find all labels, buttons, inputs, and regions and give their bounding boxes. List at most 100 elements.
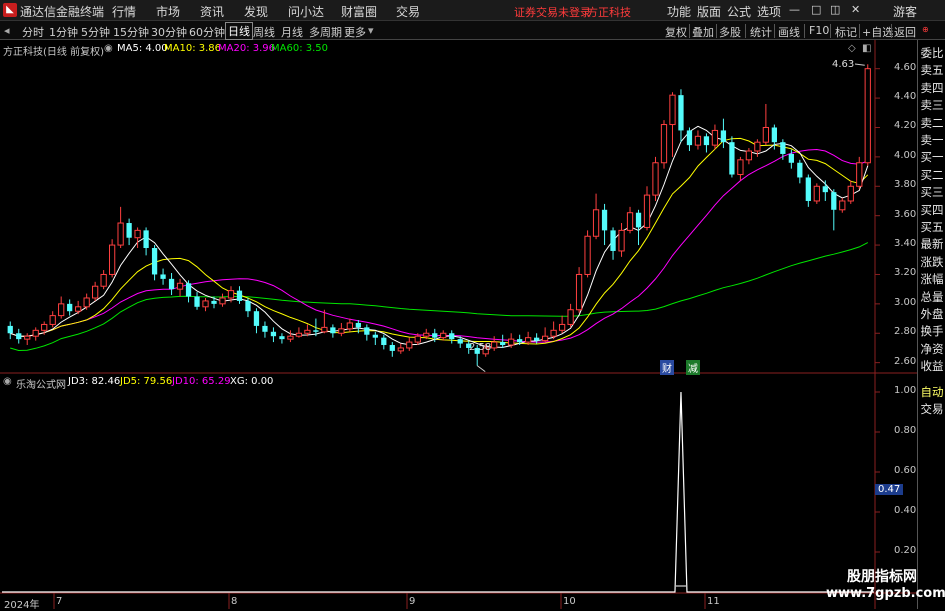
candle-body [321, 326, 328, 333]
period-60min[interactable]: 60分钟 [189, 24, 225, 40]
side-panel-item[interactable]: 买四 [919, 202, 945, 219]
menu-faxian[interactable]: 发现 [244, 3, 268, 20]
menu-banmian[interactable]: 版面 [697, 3, 721, 20]
candle-body [788, 153, 794, 163]
candle-body [381, 337, 387, 346]
candle [762, 103, 770, 146]
menu-jiaoyi[interactable]: 交易 [396, 3, 420, 20]
sub-cursor-value: 0.47 [875, 484, 904, 495]
candle-body [839, 200, 846, 211]
candle [262, 321, 268, 338]
side-panel-item[interactable]: 涨跌 [919, 254, 945, 271]
side-panel-item[interactable]: 买五 [919, 219, 945, 236]
side-panel-item[interactable]: 收益 [919, 358, 945, 375]
chevron-down-icon[interactable]: ▾ [368, 24, 374, 37]
tool-fuquan[interactable]: 复权 [665, 24, 687, 40]
side-panel-item[interactable]: 卖一 [919, 132, 945, 149]
candle-body [780, 142, 786, 154]
period-30min[interactable]: 30分钟 [151, 24, 187, 40]
side-panel-item[interactable]: 换手 [919, 323, 945, 340]
tool-back[interactable]: 返回 [894, 24, 916, 40]
side-panel-item[interactable]: 卖二 [919, 115, 945, 132]
sub-legend-jd3: JD3: 82.46 [68, 376, 121, 387]
app-logo-icon: ◣ [3, 3, 17, 17]
side-panel-item[interactable]: 净资 [919, 341, 945, 358]
app-name: 通达信金融终端 [20, 5, 105, 19]
scroll-left-icon[interactable]: ◂ [4, 24, 10, 37]
auto-trade-tab[interactable]: 自动 [919, 384, 945, 401]
side-panel-item[interactable]: 委比 [919, 45, 945, 62]
sub-toggle-icon[interactable]: ◉ [3, 376, 12, 387]
side-panel-item[interactable]: 外盘 [919, 306, 945, 323]
trade-tab[interactable]: 交易 [919, 401, 945, 418]
caibao-marker[interactable]: 财 [660, 360, 674, 375]
login-warning[interactable]: 证券交易未登录 [514, 4, 591, 20]
tool-diejia[interactable]: 叠加 [692, 24, 714, 40]
candle-body [295, 332, 303, 337]
candle-body [346, 322, 353, 330]
panel-toggle-icon[interactable]: ◧ [862, 43, 871, 54]
minimize-icon[interactable]: — [789, 3, 800, 16]
side-panel-item[interactable]: 卖四 [919, 80, 945, 97]
side-panel-item[interactable]: 买二 [919, 167, 945, 184]
menu-xuanxiang[interactable]: 选项 [757, 3, 781, 20]
side-panel-item[interactable]: 买三 [919, 184, 945, 201]
jianchi-marker[interactable]: 减 [686, 360, 700, 375]
kline-chart[interactable] [0, 40, 917, 609]
period-multi[interactable]: 多周期 [309, 24, 342, 40]
divider [745, 24, 746, 38]
date-month-10: 10 [563, 596, 576, 607]
legend-toggle-icon[interactable]: ◉ [104, 43, 113, 54]
date-month-11: 11 [707, 596, 720, 607]
menu-caifuquan[interactable]: 财富圈 [341, 3, 377, 20]
candle [7, 321, 13, 340]
candle [330, 324, 336, 338]
side-panel-item[interactable]: 买一 [919, 149, 945, 166]
menu-zixun[interactable]: 资讯 [200, 3, 224, 20]
tool-tongji[interactable]: 统计 [750, 24, 772, 40]
candle-body [338, 328, 345, 334]
tool-huaxian[interactable]: 画线 [778, 24, 800, 40]
tool-add-watchlist[interactable]: +自选 [862, 24, 893, 40]
menu-gongshi[interactable]: 公式 [727, 3, 751, 20]
period-15min[interactable]: 15分钟 [113, 24, 149, 40]
close-icon[interactable]: ✕ [851, 3, 860, 16]
candle [669, 92, 676, 157]
candle-body [32, 329, 39, 337]
period-1min[interactable]: 1分钟 [49, 24, 78, 40]
candle-body [406, 341, 413, 349]
tool-duogu[interactable]: 多股 [719, 24, 741, 40]
candle [381, 334, 387, 350]
tool-f10[interactable]: F10 [809, 24, 829, 37]
maximize-icon[interactable]: □ [811, 3, 821, 16]
candle-body [194, 296, 200, 307]
restore-icon[interactable]: ◫ [830, 3, 840, 16]
candle [694, 130, 702, 150]
candle-body [720, 130, 727, 143]
diamond-icon[interactable]: ◇ [848, 43, 856, 54]
candle-body [652, 162, 659, 196]
period-monthly[interactable]: 月线 [281, 24, 303, 40]
candle-body [584, 235, 591, 275]
menu-shichang[interactable]: 市场 [156, 3, 180, 20]
menu-wenxiaoda[interactable]: 问小达 [288, 3, 324, 20]
candle [660, 120, 668, 169]
candle [100, 270, 107, 290]
period-5min[interactable]: 5分钟 [81, 24, 110, 40]
panel-top-badge: ⊕ [922, 25, 929, 34]
side-panel-item[interactable]: 卖三 [919, 97, 945, 114]
price-axis-label: 3.60 [894, 208, 917, 220]
side-panel-item[interactable]: 卖五 [919, 62, 945, 79]
menu-gongneng[interactable]: 功能 [667, 3, 691, 20]
menu-hangqing[interactable]: 行情 [112, 3, 136, 20]
period-weekly[interactable]: 周线 [253, 24, 275, 40]
side-panel-item[interactable]: 最新 [919, 236, 945, 253]
period-daily[interactable]: 日线 [225, 22, 253, 40]
period-more[interactable]: 更多 [344, 24, 366, 40]
candle [847, 180, 854, 204]
guest-label[interactable]: 游客 [893, 3, 917, 20]
side-panel-item[interactable]: 涨幅 [919, 271, 945, 288]
tool-biaoji[interactable]: 标记 [835, 24, 857, 40]
side-panel-item[interactable]: 总量 [919, 289, 945, 306]
period-fenshi[interactable]: 分时 [22, 24, 44, 40]
